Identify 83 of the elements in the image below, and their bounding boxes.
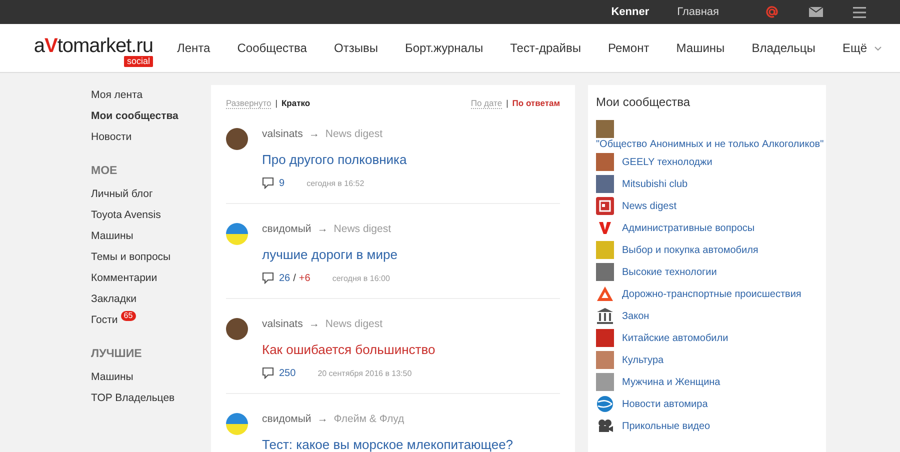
post-time: 20 сентября 2016 в 13:50 bbox=[318, 368, 412, 378]
nav-link[interactable]: Сообщества bbox=[237, 41, 307, 55]
sidebar-item[interactable]: Гости bbox=[91, 310, 118, 331]
sidebar-item[interactable]: Toyota Avensis bbox=[91, 205, 211, 226]
arrow-icon: → bbox=[308, 128, 320, 140]
community-link[interactable]: News digest bbox=[622, 200, 676, 212]
menu-icon[interactable] bbox=[853, 6, 866, 18]
sidebar-item[interactable]: Темы и вопросы bbox=[91, 247, 211, 268]
user-link[interactable]: Kenner bbox=[611, 6, 650, 18]
community-link[interactable]: Выбор и покупка автомобиля bbox=[622, 244, 758, 256]
separator: | bbox=[275, 98, 278, 109]
section-heading: ЛУЧШИЕ bbox=[91, 348, 143, 360]
nav-link[interactable]: Ремонт bbox=[608, 41, 650, 55]
community-link[interactable]: Административные вопросы bbox=[622, 222, 755, 234]
sidebar-item[interactable]: Мои сообщества bbox=[91, 106, 211, 127]
nav-link[interactable]: Борт.журналы bbox=[405, 41, 484, 55]
post-title[interactable]: Про другого полковника bbox=[262, 152, 407, 167]
arrow-icon: → bbox=[317, 413, 328, 425]
comment-count[interactable]: 250 bbox=[279, 368, 296, 378]
sidebar-item[interactable]: Машины bbox=[91, 367, 211, 388]
nav-link[interactable]: Владельцы bbox=[752, 41, 816, 55]
card-title: Мои сообщества bbox=[596, 95, 692, 109]
view-mode-tab[interactable]: Кратко bbox=[281, 98, 310, 109]
community-link[interactable]: "Общество Анонимных и не только Алкоголиков" bbox=[596, 139, 824, 150]
comment-icon bbox=[262, 177, 274, 189]
nav-link[interactable]: Ещё bbox=[842, 41, 882, 55]
columns-building-icon bbox=[596, 307, 614, 325]
separator: | bbox=[506, 98, 508, 109]
comment-count[interactable]: 26 bbox=[279, 272, 290, 284]
globe-icon bbox=[596, 395, 614, 413]
newspaper-icon bbox=[596, 197, 614, 215]
post-time: сегодня в 16:52 bbox=[306, 178, 364, 188]
comment-count[interactable]: 9 bbox=[279, 178, 285, 188]
nav-link[interactable]: Машины bbox=[676, 41, 725, 55]
author-link[interactable]: свидомый bbox=[262, 223, 312, 235]
author-link[interactable]: valsinats bbox=[262, 128, 303, 140]
community-link[interactable]: Закон bbox=[622, 310, 650, 322]
community-link[interactable]: Mitsubishi club bbox=[622, 178, 688, 190]
nav-link[interactable]: Лента bbox=[177, 41, 210, 55]
community-link[interactable]: Новости автомира bbox=[622, 398, 708, 410]
new-comment-count: +6 bbox=[298, 272, 310, 284]
sidebar-item[interactable]: TOP Владельцев bbox=[91, 388, 211, 409]
home-link[interactable]: Главная bbox=[677, 6, 719, 18]
author-link[interactable]: valsinats bbox=[262, 318, 303, 330]
flag-avatar[interactable] bbox=[226, 223, 248, 245]
nav-link[interactable]: Отзывы bbox=[334, 41, 378, 55]
arrow-icon: → bbox=[308, 318, 320, 330]
community-link[interactable]: Культура bbox=[622, 354, 664, 366]
comment-icon bbox=[262, 272, 274, 284]
post-title[interactable]: лучшие дороги в мире bbox=[262, 247, 398, 262]
avatar-photo-placeholder[interactable] bbox=[226, 128, 248, 150]
mail-icon[interactable] bbox=[809, 7, 823, 17]
flag-avatar[interactable] bbox=[226, 413, 248, 435]
slash-separator: / bbox=[293, 272, 296, 284]
author-link[interactable]: свидомый bbox=[262, 413, 312, 425]
sidebar-item[interactable]: Моя лента bbox=[91, 85, 211, 106]
community-link[interactable]: Дорожно-транспортные происшествия bbox=[622, 288, 802, 300]
post-title[interactable]: Как ошибается большинство bbox=[262, 342, 436, 357]
avatar-photo-placeholder[interactable] bbox=[226, 318, 248, 340]
sidebar-item[interactable]: Машины bbox=[91, 226, 211, 247]
section-heading: МОЕ bbox=[91, 165, 118, 177]
letter-v-icon bbox=[596, 219, 614, 237]
sidebar-item[interactable]: Закладки bbox=[91, 289, 211, 310]
at-sign-icon[interactable] bbox=[765, 5, 779, 19]
sidebar-item[interactable]: Новости bbox=[91, 127, 211, 148]
site-logo[interactable]: aVtomarket.ru social bbox=[29, 36, 153, 66]
community-link[interactable]: Китайские автомобили bbox=[622, 332, 728, 344]
warning-triangle-icon bbox=[596, 285, 614, 303]
sidebar-item[interactable]: Комментарии bbox=[91, 268, 211, 289]
post-title[interactable]: Тест: какое вы морское млекопитающее? bbox=[262, 437, 514, 452]
chevron-down-icon bbox=[874, 46, 882, 50]
arrow-icon: → bbox=[317, 223, 328, 235]
film-camera-icon bbox=[596, 417, 614, 435]
community-link[interactable]: Мужчина и Женщина bbox=[622, 376, 720, 388]
community-link[interactable]: GEELY технолоджи bbox=[622, 156, 712, 168]
community-link[interactable]: Прикольные видео bbox=[622, 420, 710, 432]
comment-icon bbox=[262, 367, 274, 379]
guest-count-badge: 65 bbox=[120, 311, 136, 321]
sort-tab[interactable]: По ответам bbox=[512, 98, 560, 109]
nav-link[interactable]: Тест-драйвы bbox=[510, 41, 581, 55]
post-time: сегодня в 16:00 bbox=[332, 274, 390, 282]
community-link[interactable]: Высокие технологии bbox=[622, 266, 717, 278]
sidebar-item[interactable]: Личный блог bbox=[91, 184, 211, 205]
